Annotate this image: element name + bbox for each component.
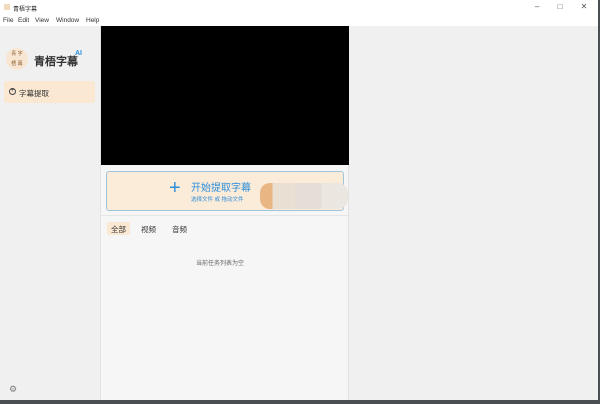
logo: 青 字梧 幕 <box>6 48 28 70</box>
video-preview <box>101 26 349 165</box>
divider <box>101 215 349 216</box>
plus-icon: + <box>169 177 181 199</box>
window-title: 青梧字幕 <box>13 7 38 13</box>
menu-bar: File Edit View Window Help <box>0 15 598 26</box>
app-window: 青梧字幕 – □ ✕ File Edit View Window Help 青 … <box>0 0 598 400</box>
close-button[interactable]: ✕ <box>577 2 591 11</box>
tab-video[interactable]: 视频 <box>137 222 160 235</box>
tab-audio[interactable]: 音频 <box>168 222 191 235</box>
gear-icon[interactable]: ⚙ <box>9 384 17 395</box>
empty-message: 当前任务列表为空 <box>196 261 245 267</box>
app-icon <box>4 4 10 10</box>
menu-help[interactable]: Help <box>86 17 99 24</box>
detail-panel <box>349 26 598 400</box>
sidebar-item-label: 字幕提取 <box>19 89 49 98</box>
blurred-overlay <box>260 183 348 209</box>
sidebar-item-subtitle-extract[interactable]: + 字幕提取 <box>4 81 95 103</box>
upload-title: 开始提取字幕 <box>191 183 251 194</box>
menu-view[interactable]: View <box>35 17 49 24</box>
ai-badge: AI <box>75 50 82 57</box>
minimize-button[interactable]: – <box>530 2 544 11</box>
menu-edit[interactable]: Edit <box>18 17 29 24</box>
maximize-button[interactable]: □ <box>553 2 567 11</box>
menu-window[interactable]: Window <box>56 17 79 24</box>
tab-all[interactable]: 全部 <box>107 222 130 235</box>
upload-subtitle: 选择文件 或 拖动文件 <box>191 197 244 203</box>
title-bar: 青梧字幕 – □ ✕ <box>0 0 598 15</box>
brand-name: 青梧字幕 <box>34 56 78 68</box>
menu-file[interactable]: File <box>3 17 13 24</box>
plus-circle-icon: + <box>9 88 16 95</box>
